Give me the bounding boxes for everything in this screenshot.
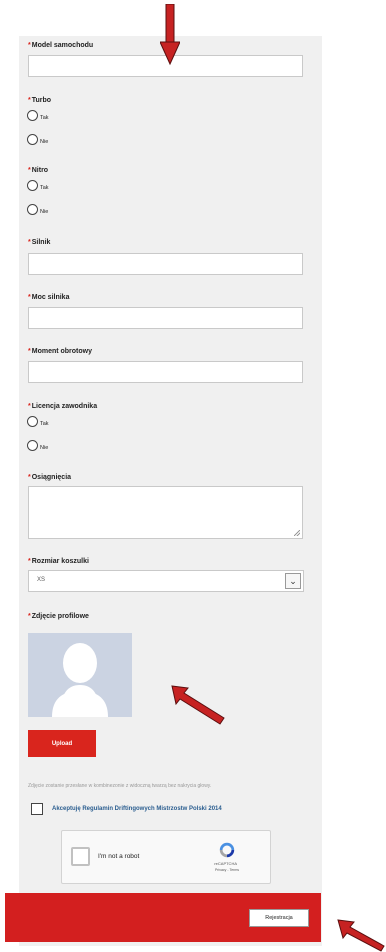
licencja-option-no[interactable]: Nie [27,437,48,451]
radio-button[interactable] [27,110,38,121]
nitro-option-no[interactable]: Nie [27,201,48,215]
turbo-option-yes[interactable]: Tak [27,107,49,121]
photo-note: Zdjęcie zostanie przesłane w kombinezoni… [28,783,212,789]
zdjecie-label: *Zdjęcie profilowe [28,613,89,620]
radio-button[interactable] [27,204,38,215]
recaptcha-terms[interactable]: Privacy - Terms [215,868,239,872]
moc-input[interactable] [28,307,303,329]
silnik-label: *Silnik [28,239,51,246]
recaptcha-brand: reCAPTCHA [214,861,237,866]
chevron-down-icon[interactable]: ⌄ [285,573,301,589]
radio-button[interactable] [27,440,38,451]
moc-label: *Moc silnika [28,294,70,301]
recaptcha-logo-icon [219,842,235,858]
radio-button[interactable] [27,134,38,145]
accept-checkbox[interactable] [31,803,43,815]
radio-button[interactable] [27,416,38,427]
licencja-label: *Licencja zawodnika [28,403,98,410]
arrow-left-up-icon [171,685,225,725]
resize-handle-icon[interactable] [294,530,300,536]
koszulka-select[interactable]: XS ⌄ [28,570,304,592]
moment-label: *Moment obrotowy [28,348,93,355]
silnik-input[interactable] [28,253,303,275]
koszulka-value: XS [37,577,46,583]
radio-button[interactable] [27,180,38,191]
recaptcha-checkbox[interactable] [71,847,90,866]
model-label: *Model samochodu [28,42,94,49]
osiagniecia-textarea[interactable] [28,486,303,539]
recaptcha-widget: I'm not a robot reCAPTCHA Privacy - Term… [61,830,271,884]
turbo-label: *Turbo [28,97,52,104]
avatar-placeholder [28,633,132,717]
register-button[interactable]: Rejestracja [249,909,309,927]
licencja-option-yes[interactable]: Tak [27,413,49,427]
moment-input[interactable] [28,361,303,383]
nitro-option-yes[interactable]: Tak [27,177,49,191]
arrow-left-up-icon [337,919,385,952]
person-silhouette-icon [52,643,108,717]
turbo-option-no[interactable]: Nie [27,131,48,145]
koszulka-label: *Rozmiar koszulki [28,558,89,565]
arrow-down-icon [160,4,180,66]
upload-button[interactable]: Upload [28,730,96,757]
recaptcha-label: I'm not a robot [98,853,140,860]
osiagniecia-label: *Osiągnięcia [28,474,72,481]
accept-terms-link[interactable]: Akceptuję Regulamin Driftingowych Mistrz… [52,806,222,812]
nitro-label: *Nitro [28,167,49,174]
